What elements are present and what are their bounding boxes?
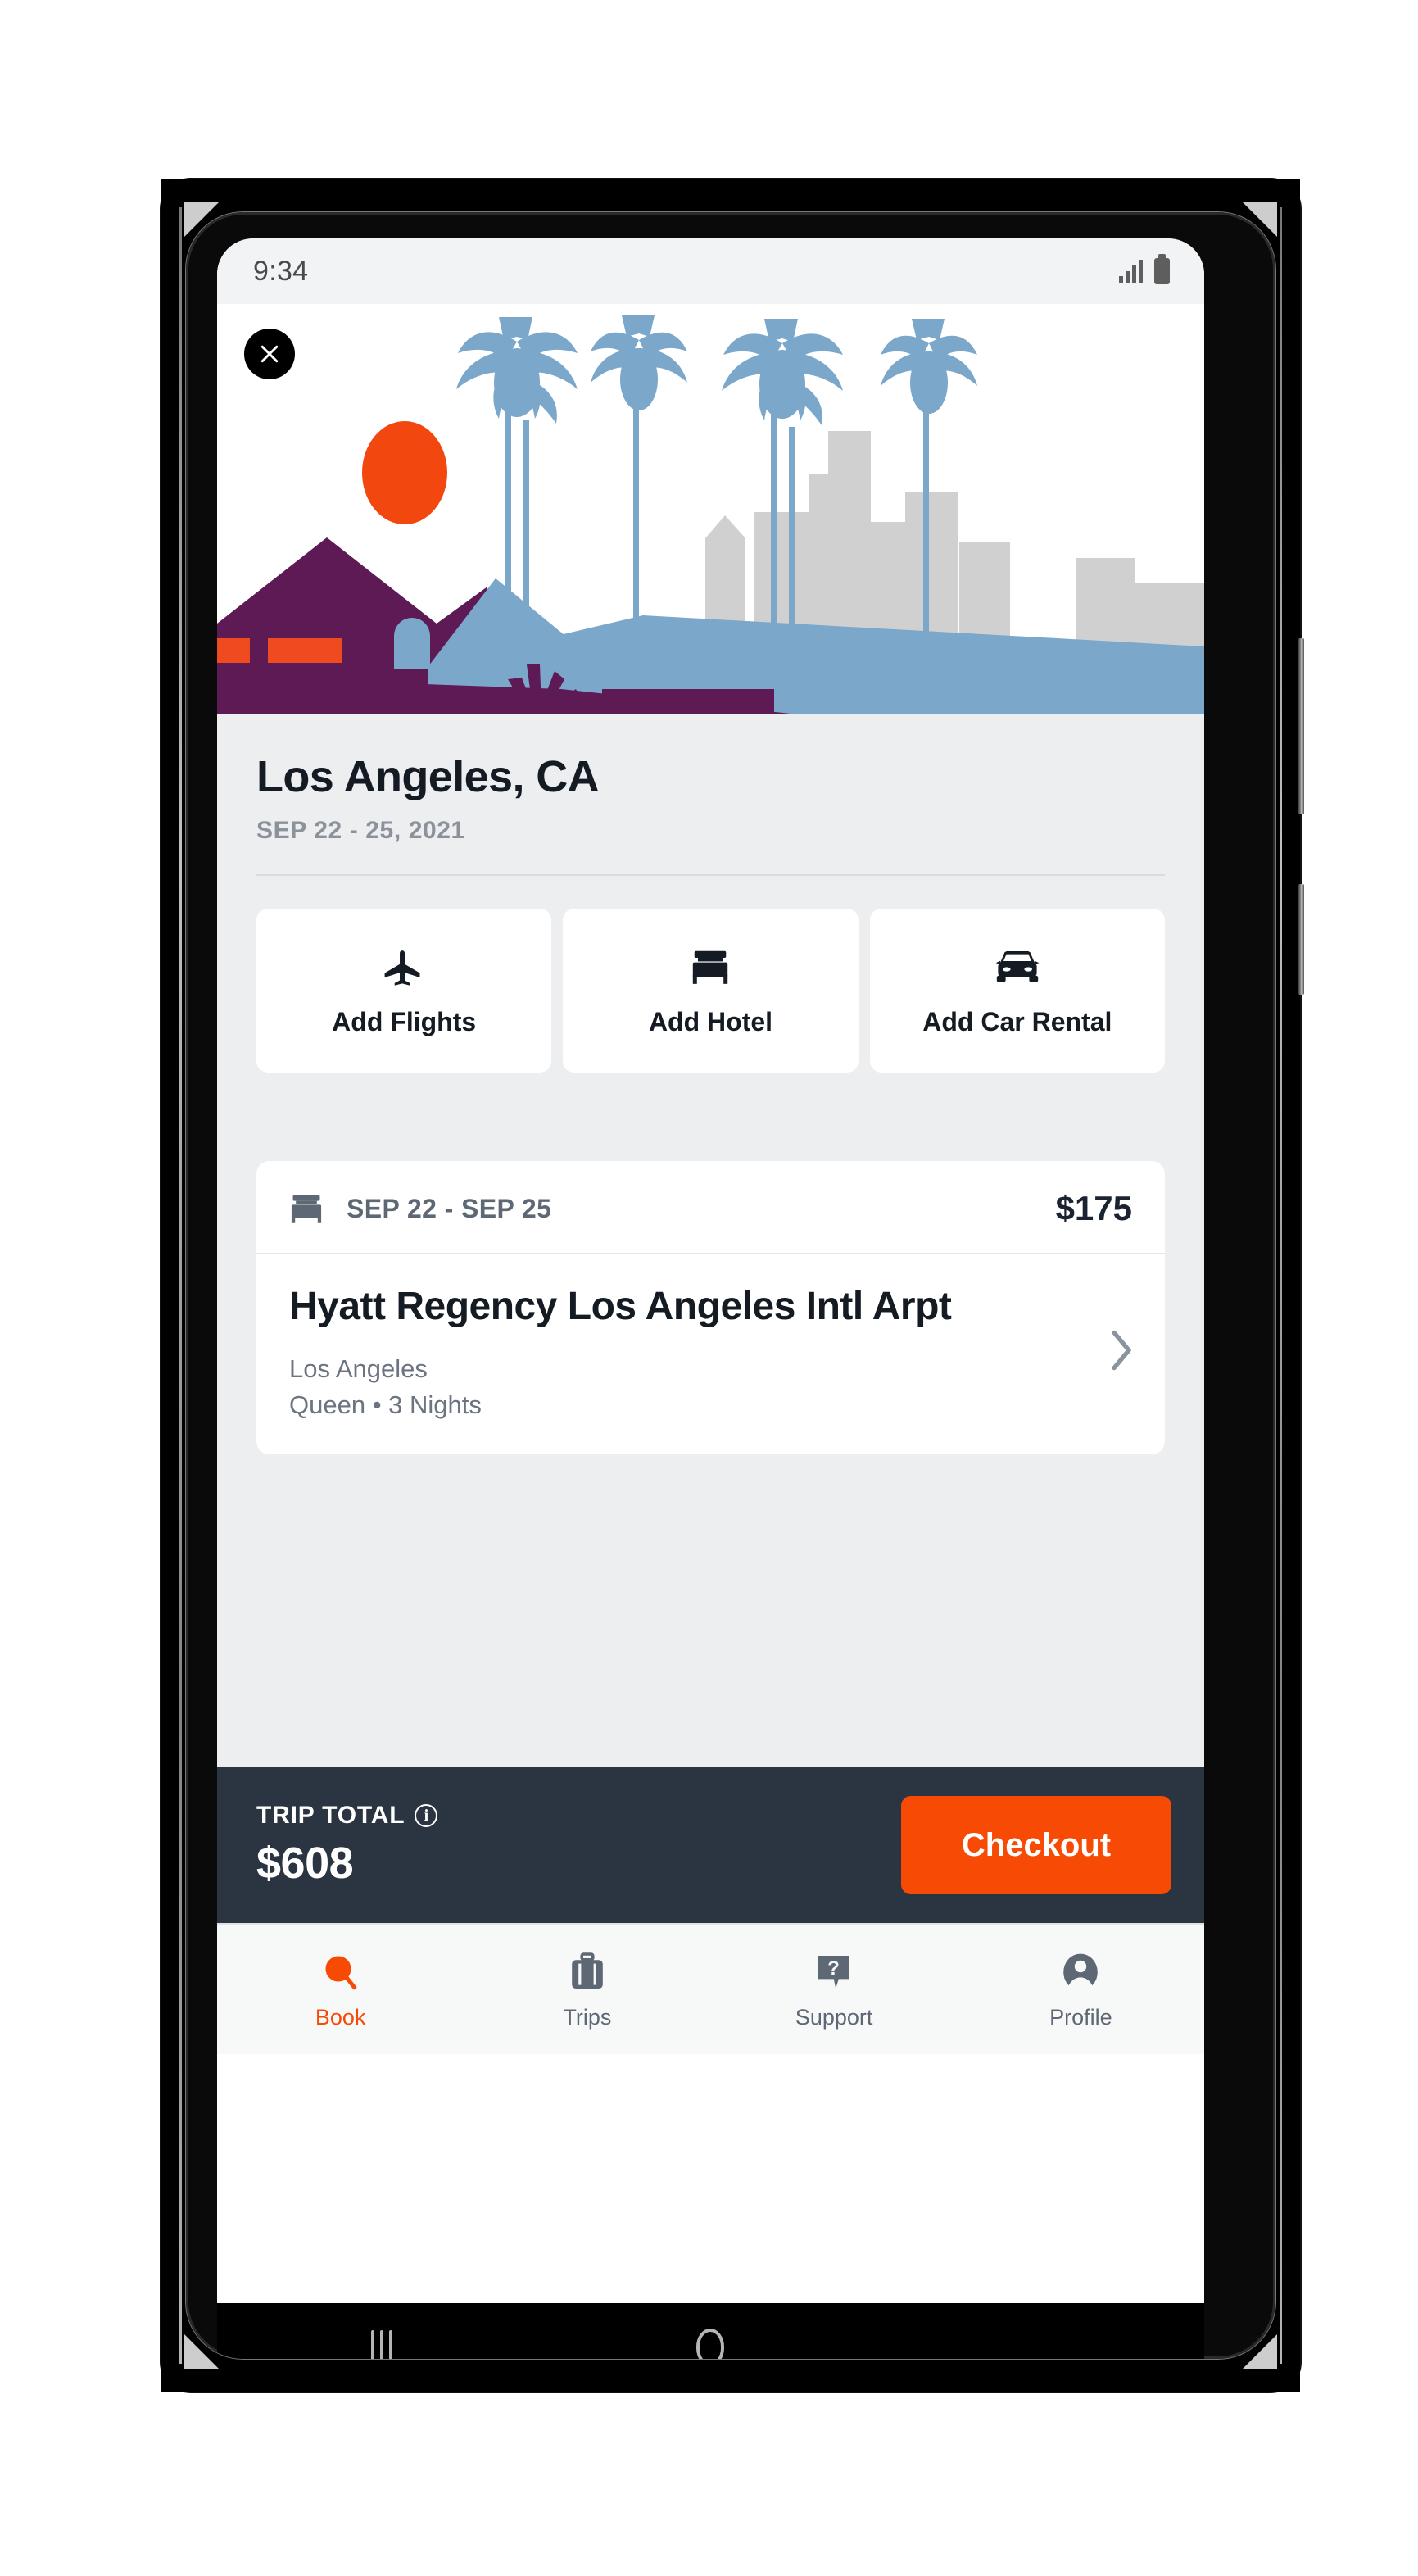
sun-shape [362, 421, 447, 524]
los-angeles-illustration [217, 304, 1204, 714]
page-title: Los Angeles, CA [256, 752, 600, 801]
hotel-card-header: SEP 22 - SEP 25 $175 [256, 1161, 1165, 1254]
bed-icon [288, 1193, 325, 1224]
hotel-card-body: Hyatt Regency Los Angeles Intl Arpt Los … [256, 1254, 1165, 1454]
trip-total-bar: TRIP TOTAL i $608 Checkout [217, 1767, 1204, 1923]
hotel-info: Hyatt Regency Los Angeles Intl Arpt Los … [289, 1284, 1108, 1420]
power-button[interactable] [1298, 884, 1304, 995]
tab-trips-label: Trips [563, 2004, 612, 2030]
tab-trips[interactable]: Trips [464, 1949, 710, 2030]
tab-book[interactable]: Book [217, 1949, 464, 2030]
house-window-2 [268, 638, 342, 663]
recents-icon[interactable] [333, 2319, 431, 2359]
signal-bars-icon [1119, 259, 1143, 283]
phone-frame: 9:34 Los Angeles, CA SEP 22 - 25, 2021 A… [161, 179, 1304, 2392]
home-icon[interactable] [661, 2319, 759, 2359]
add-flights-label: Add Flights [332, 1006, 477, 1036]
tab-profile[interactable]: Profile [958, 1949, 1204, 2030]
search-icon [321, 1949, 360, 1995]
hotel-room-details: Queen • 3 Nights [289, 1390, 482, 1420]
person-circle-icon [1061, 1949, 1100, 1995]
add-hotel-button[interactable]: Add Hotel [563, 909, 859, 1073]
tab-profile-label: Profile [1049, 2004, 1112, 2030]
close-x-glyph [260, 345, 279, 363]
hotel-booking-card[interactable]: SEP 22 - SEP 25 $175 Hyatt Regency Los A… [256, 1161, 1165, 1455]
chevron-right-icon[interactable] [1108, 1328, 1135, 1376]
add-car-rental-button[interactable]: Add Car Rental [869, 909, 1165, 1073]
back-glyph [1025, 2329, 1054, 2359]
phone-right-rail [1280, 207, 1282, 2364]
house-door [394, 618, 430, 669]
android-navigation-bar [217, 2303, 1204, 2359]
trip-dates: SEP 22 - 25, 2021 [256, 817, 465, 844]
hotel-city: Los Angeles [289, 1354, 428, 1384]
volume-button[interactable] [1298, 638, 1304, 814]
question-bubble-icon: ? [815, 1949, 853, 1995]
home-glyph [696, 2329, 725, 2359]
destination-hero-image [217, 304, 1204, 714]
tab-support-label: Support [795, 2004, 873, 2030]
house-window-1 [217, 638, 250, 663]
hotel-date-range: SEP 22 - SEP 25 [347, 1193, 552, 1223]
phone-screen: 9:34 Los Angeles, CA SEP 22 - 25, 2021 A… [217, 238, 1204, 2303]
checkout-button[interactable]: Checkout [901, 1796, 1171, 1894]
svg-text:?: ? [827, 1957, 840, 1980]
phone-bezel: 9:34 Los Angeles, CA SEP 22 - 25, 2021 A… [186, 212, 1275, 2359]
trip-total-info: TRIP TOTAL i $608 [256, 1802, 901, 1889]
trip-content: Los Angeles, CA SEP 22 - 25, 2021 Add Fl… [217, 714, 1204, 1767]
hotel-name: Hyatt Regency Los Angeles Intl Arpt [289, 1285, 952, 1328]
trip-total-amount: $608 [256, 1839, 354, 1888]
trip-total-label: TRIP TOTAL [256, 1802, 405, 1829]
bottom-tab-bar: Book Trips ? Support Profile [217, 1923, 1204, 2054]
trip-total-label-row: TRIP TOTAL i [256, 1802, 901, 1830]
info-icon[interactable]: i [415, 1804, 438, 1827]
back-icon[interactable] [990, 2319, 1089, 2359]
phone-left-rail [179, 207, 182, 2364]
status-bar-icons [1119, 254, 1170, 284]
add-flights-button[interactable]: Add Flights [256, 909, 552, 1073]
add-hotel-label: Add Hotel [648, 1006, 773, 1036]
tab-book-label: Book [315, 2004, 366, 2030]
hotel-price: $175 [1055, 1189, 1132, 1227]
trip-header: Los Angeles, CA SEP 22 - 25, 2021 [217, 714, 1204, 876]
tab-support[interactable]: ? Support [711, 1949, 958, 2030]
status-bar: 9:34 [217, 238, 1204, 304]
bed-icon [688, 945, 732, 989]
suitcase-icon [569, 1949, 605, 1995]
car-icon [994, 945, 1040, 989]
recents-glyph [370, 2330, 392, 2359]
battery-icon [1154, 254, 1170, 284]
status-bar-time: 9:34 [253, 255, 309, 287]
close-icon[interactable] [244, 329, 295, 379]
add-car-rental-label: Add Car Rental [922, 1006, 1112, 1036]
airplane-icon [383, 945, 425, 989]
add-travel-actions: Add Flights Add Hotel Add Car Rental [217, 876, 1204, 1073]
